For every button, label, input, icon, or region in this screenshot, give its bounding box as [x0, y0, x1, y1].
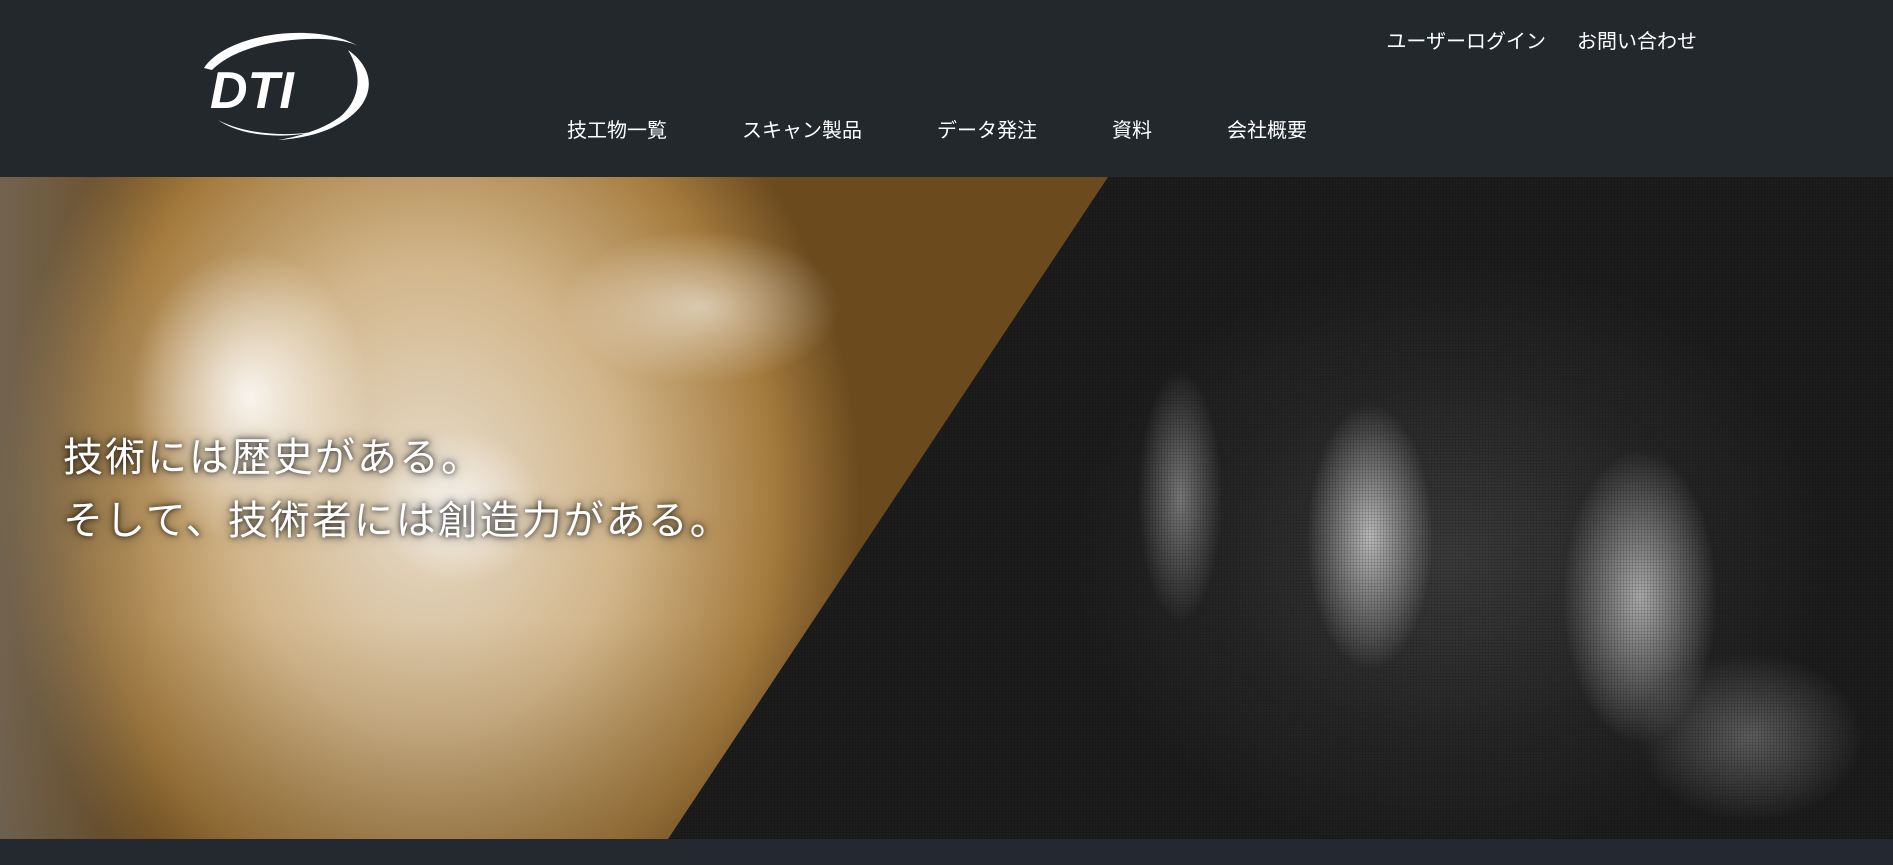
nav-item-documents[interactable]: 資料 — [1112, 117, 1152, 143]
main-nav: 技工物一覧 スキャン製品 データ発注 資料 会社概要 — [567, 117, 1307, 143]
dti-logo-mark: DTI — [204, 32, 369, 140]
nav-item-scan-products[interactable]: スキャン製品 — [742, 117, 862, 143]
nav-item-data-order[interactable]: データ発注 — [937, 117, 1037, 143]
utility-nav: ユーザーログイン お問い合わせ — [1386, 28, 1697, 54]
hero-banner: 技術には歴史がある。 そして、技術者には創造力がある。 — [0, 177, 1893, 839]
page: DTI ユーザーログイン お問い合わせ 技工物一覧 スキャン製品 データ発注 資… — [0, 0, 1893, 865]
dti-logo[interactable]: DTI — [198, 28, 374, 142]
bottom-bar — [0, 839, 1893, 865]
site-header: DTI ユーザーログイン お問い合わせ 技工物一覧 スキャン製品 データ発注 資… — [0, 0, 1893, 177]
nav-item-products[interactable]: 技工物一覧 — [567, 117, 667, 143]
contact-link[interactable]: お問い合わせ — [1577, 28, 1697, 54]
hero-headline-line-2: そして、技術者には創造力がある。 — [63, 498, 732, 544]
hero-headline-line-1: 技術には歴史がある。 — [63, 435, 483, 481]
logo-text: DTI — [210, 62, 295, 120]
user-login-link[interactable]: ユーザーログイン — [1386, 28, 1546, 54]
nav-item-company[interactable]: 会社概要 — [1227, 117, 1307, 143]
hero-headline: 技術には歴史がある。 そして、技術者には創造力がある。 — [63, 427, 732, 553]
